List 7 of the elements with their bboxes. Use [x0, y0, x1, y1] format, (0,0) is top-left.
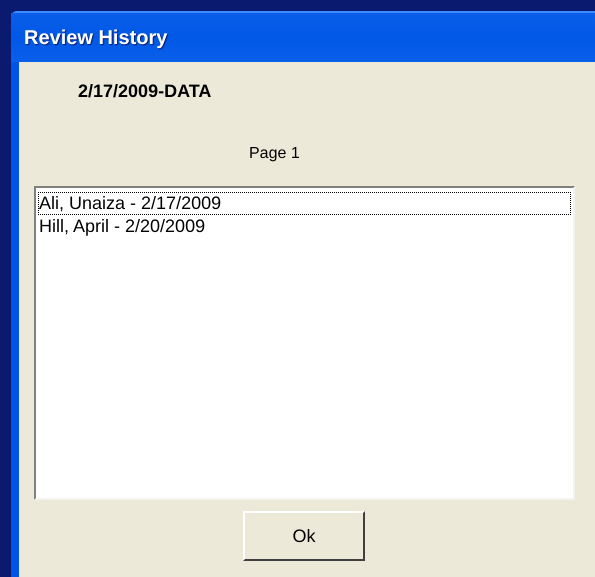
page-label: Page 1 [249, 145, 300, 162]
list-item[interactable]: Hill, April - 2/20/2009 [38, 215, 571, 238]
ok-button[interactable]: Ok [243, 511, 365, 561]
history-list[interactable]: Ali, Unaiza - 2/17/2009 Hill, April - 2/20/2009 [34, 186, 575, 500]
list-item[interactable]: Ali, Unaiza - 2/17/2009 [38, 192, 571, 215]
heading: 2/17/2009-DATA [78, 81, 212, 101]
window-title: Review History [24, 26, 168, 50]
